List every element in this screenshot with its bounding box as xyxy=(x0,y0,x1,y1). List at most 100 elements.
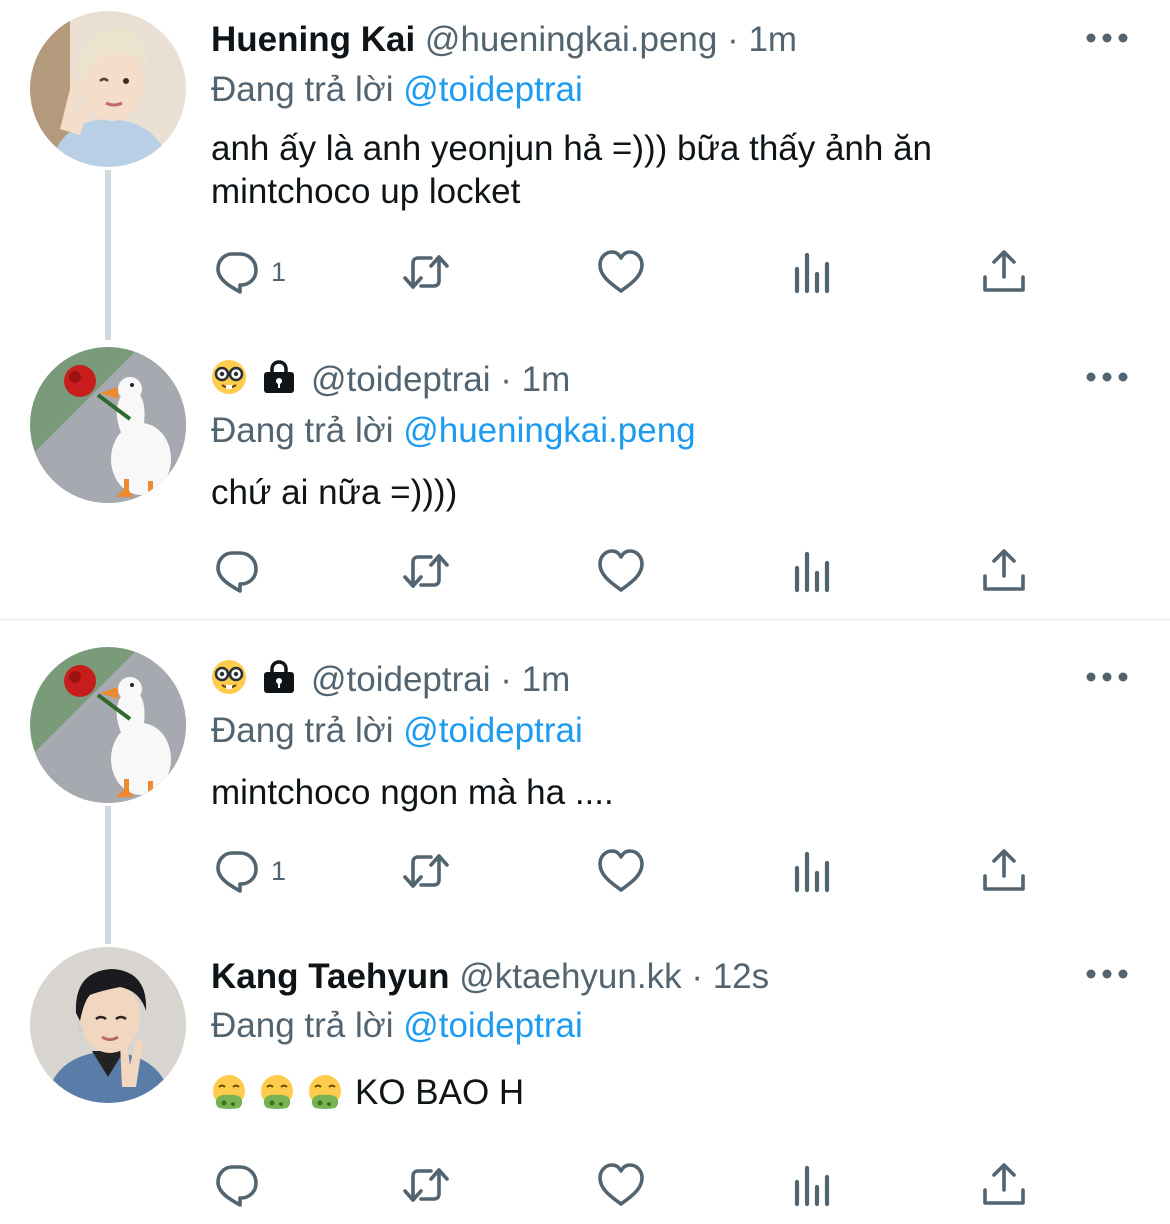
share-button[interactable] xyxy=(979,543,1029,599)
thread-line xyxy=(105,806,111,944)
heart-icon xyxy=(596,846,646,896)
views-button[interactable] xyxy=(788,843,838,899)
tweet-3[interactable]: @toideptrai · 1m Đang trả lời @toideptra… xyxy=(0,638,1170,944)
reply-icon xyxy=(211,1160,261,1210)
reply-button[interactable] xyxy=(211,1157,261,1213)
tweet-text: KO BAO H xyxy=(355,1073,525,1112)
share-button[interactable] xyxy=(979,1157,1029,1213)
retweet-icon xyxy=(401,846,451,896)
tweet-text-row: KO BAO H xyxy=(211,1071,1111,1114)
heart-icon xyxy=(596,1160,646,1210)
retweet-button[interactable] xyxy=(401,244,451,300)
reply-prefix: Đang trả lời xyxy=(211,411,404,450)
views-button[interactable] xyxy=(788,543,838,599)
tweet-text: mintchoco ngon mà ha .... xyxy=(211,773,614,812)
heart-icon xyxy=(596,247,646,297)
reply-prefix: Đang trả lời xyxy=(211,711,404,750)
reply-context: Đang trả lời @toideptrai xyxy=(211,1004,583,1048)
vomit-face-emoji xyxy=(211,1074,247,1110)
tweet-1[interactable]: Huening Kai @hueningkai.peng · 1m Đang t… xyxy=(0,0,1170,340)
views-icon xyxy=(788,247,838,297)
handle[interactable]: @hueningkai.peng xyxy=(425,20,717,59)
more-icon[interactable] xyxy=(1085,966,1129,982)
reply-prefix: Đang trả lời xyxy=(211,70,404,109)
avatar[interactable] xyxy=(30,947,186,1103)
handle[interactable]: @ktaehyun.kk xyxy=(459,957,681,996)
tweet-header: @toideptrai · 1m xyxy=(211,658,570,702)
handle[interactable]: @toideptrai xyxy=(311,660,491,699)
tweet-header: Kang Taehyun @ktaehyun.kk · 12s xyxy=(211,955,769,999)
retweet-icon xyxy=(401,247,451,297)
like-button[interactable] xyxy=(596,1157,646,1213)
reply-context: Đang trả lời @toideptrai xyxy=(211,709,583,753)
views-icon xyxy=(788,546,838,596)
timestamp[interactable]: 1m xyxy=(522,660,571,699)
views-button[interactable] xyxy=(788,1157,838,1213)
timestamp[interactable]: 12s xyxy=(713,957,769,996)
reply-button[interactable]: 1 xyxy=(211,843,286,899)
reply-button[interactable] xyxy=(211,543,261,599)
goose-avatar xyxy=(30,347,186,503)
person-dark-hair-avatar xyxy=(30,947,186,1103)
vomit-face-emoji xyxy=(307,1074,343,1110)
tweet-header: Huening Kai @hueningkai.peng · 1m xyxy=(211,18,797,62)
reply-context: Đang trả lời @toideptrai xyxy=(211,68,583,112)
vomit-face-emoji xyxy=(259,1074,295,1110)
views-icon xyxy=(788,846,838,896)
tweet-2[interactable]: @toideptrai · 1m Đang trả lời @hueningka… xyxy=(0,338,1170,618)
avatar[interactable] xyxy=(30,347,186,503)
reply-context: Đang trả lời @hueningkai.peng xyxy=(211,409,696,453)
like-button[interactable] xyxy=(596,543,646,599)
dot-separator: · xyxy=(681,957,713,996)
tweet-text: anh ấy là anh yeonjun hả =))) bữa thấy ả… xyxy=(211,129,933,211)
action-bar xyxy=(211,1157,1051,1213)
views-button[interactable] xyxy=(788,244,838,300)
timestamp[interactable]: 1m xyxy=(748,20,797,59)
reply-prefix: Đang trả lời xyxy=(211,1006,404,1045)
views-icon xyxy=(788,1160,838,1210)
action-bar: 1 xyxy=(211,843,1051,899)
avatar[interactable] xyxy=(30,11,186,167)
reply-mention[interactable]: @toideptrai xyxy=(403,711,583,750)
more-icon[interactable] xyxy=(1085,30,1129,46)
more-icon[interactable] xyxy=(1085,369,1129,385)
reply-icon xyxy=(211,846,261,896)
dot-separator: · xyxy=(490,660,522,699)
lock-icon xyxy=(261,659,297,695)
reply-mention[interactable]: @toideptrai xyxy=(403,70,583,109)
action-bar: 1 xyxy=(211,244,1051,300)
display-name[interactable]: Kang Taehyun xyxy=(211,957,450,996)
reply-button[interactable]: 1 xyxy=(211,244,286,300)
share-button[interactable] xyxy=(979,244,1029,300)
like-button[interactable] xyxy=(596,843,646,899)
tweet-text: chứ ai nữa =)))) xyxy=(211,473,458,512)
avatar[interactable] xyxy=(30,647,186,803)
retweet-button[interactable] xyxy=(401,843,451,899)
reply-thread-page: Huening Kai @hueningkai.peng · 1m Đang t… xyxy=(0,0,1170,1224)
like-button[interactable] xyxy=(596,244,646,300)
share-icon xyxy=(979,1160,1029,1210)
tweet-4[interactable]: Kang Taehyun @ktaehyun.kk · 12s Đang trả… xyxy=(0,944,1170,1224)
reply-icon xyxy=(211,247,261,297)
nerd-face-emoji xyxy=(211,659,247,695)
reply-count: 1 xyxy=(271,256,287,287)
more-icon[interactable] xyxy=(1085,669,1129,685)
retweet-button[interactable] xyxy=(401,1157,451,1213)
share-icon xyxy=(979,846,1029,896)
timestamp[interactable]: 1m xyxy=(522,360,571,399)
display-name[interactable]: Huening Kai xyxy=(211,20,415,59)
heart-icon xyxy=(596,546,646,596)
reply-icon xyxy=(211,546,261,596)
share-button[interactable] xyxy=(979,843,1029,899)
reply-mention[interactable]: @toideptrai xyxy=(403,1006,583,1045)
handle[interactable]: @toideptrai xyxy=(311,360,491,399)
dot-separator: · xyxy=(490,360,522,399)
person-blond-avatar xyxy=(30,11,186,167)
share-icon xyxy=(979,546,1029,596)
goose-avatar xyxy=(30,647,186,803)
retweet-button[interactable] xyxy=(401,543,451,599)
reply-count: 1 xyxy=(271,855,287,886)
reply-mention[interactable]: @hueningkai.peng xyxy=(403,411,695,450)
thread-line xyxy=(105,170,111,340)
thread-separator xyxy=(0,618,1170,621)
